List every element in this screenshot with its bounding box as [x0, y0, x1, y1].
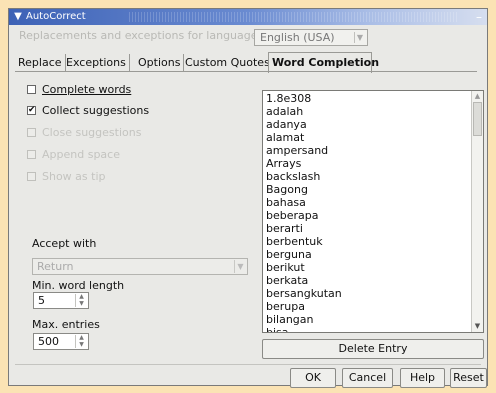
complete-words-label: Complete words	[42, 83, 132, 96]
accept-with-select[interactable]: Return ▼	[32, 258, 248, 275]
list-item[interactable]: bilangan	[266, 313, 314, 326]
tab-exceptions[interactable]: Exceptions	[63, 54, 130, 71]
list-item[interactable]: berguna	[266, 248, 312, 261]
scroll-up-icon[interactable]: ▲	[473, 92, 482, 101]
max-entries-label: Max. entries	[32, 318, 100, 331]
word-list[interactable]: 1.8e308 adalah adanya alamat ampersand Arrays…	[262, 90, 484, 333]
list-item[interactable]: bersangkutan	[266, 287, 342, 300]
list-item[interactable]: bisa	[266, 326, 289, 332]
autocorrect-dialog: ▼ AutoCorrect – Replacements and excepti…	[8, 8, 488, 388]
scroll-down-icon[interactable]: ▼	[473, 322, 482, 331]
chevron-down-icon: ▼	[354, 32, 365, 43]
chevron-down-icon: ▼	[234, 260, 246, 273]
list-item[interactable]: beberapa	[266, 209, 319, 222]
list-item[interactable]: bahasa	[266, 196, 306, 209]
spin-down-icon[interactable]: ▼	[76, 342, 87, 348]
checkbox-box[interactable]	[27, 172, 36, 181]
checkbox-box[interactable]	[27, 128, 36, 137]
language-value: English (USA)	[260, 31, 335, 44]
tab-word-completion[interactable]: Word Completion	[268, 52, 379, 73]
max-entries-stepper[interactable]: 500 ▲ ▼	[33, 333, 89, 350]
word-list-scrollbar[interactable]: ▲ ▼	[471, 91, 483, 332]
tab-replace[interactable]: Replace	[15, 54, 66, 71]
accept-with-label: Accept with	[32, 237, 97, 250]
ok-button[interactable]: OK	[290, 368, 336, 388]
collect-suggestions-label: Collect suggestions	[42, 104, 150, 117]
list-item[interactable]: berikut	[266, 261, 305, 274]
accept-with-value: Return	[37, 260, 74, 273]
list-item[interactable]: 1.8e308	[266, 92, 311, 105]
show-as-tip-label: Show as tip	[42, 170, 106, 183]
checkmark-icon[interactable]: ✔	[27, 106, 36, 115]
title-bar-stripes	[129, 12, 457, 22]
list-item[interactable]: berarti	[266, 222, 303, 235]
delete-entry-button[interactable]: Delete Entry	[262, 339, 484, 359]
list-item[interactable]: berkata	[266, 274, 308, 287]
spin-buttons[interactable]: ▲ ▼	[75, 294, 87, 307]
reset-button[interactable]: Reset	[450, 368, 487, 388]
append-space-label: Append space	[42, 148, 120, 161]
cancel-button[interactable]: Cancel	[342, 368, 393, 388]
close-suggestions-label: Close suggestions	[42, 126, 142, 139]
checkbox-box[interactable]	[27, 85, 36, 94]
list-item[interactable]: Bagong	[266, 183, 308, 196]
list-item[interactable]: alamat	[266, 131, 304, 144]
list-item[interactable]: backslash	[266, 170, 320, 183]
checkbox-box[interactable]	[27, 150, 36, 159]
scroll-thumb[interactable]	[473, 102, 482, 136]
min-word-length-stepper[interactable]: 5 ▲ ▼	[33, 292, 89, 309]
window-menu-icon[interactable]: ▼	[12, 11, 24, 22]
list-item[interactable]: berbentuk	[266, 235, 323, 248]
window-title: AutoCorrect	[26, 11, 86, 22]
button-divider	[15, 364, 481, 365]
minimize-button[interactable]: –	[476, 9, 482, 25]
language-label: Replacements and exceptions for language…	[19, 29, 262, 42]
list-item[interactable]: adanya	[266, 118, 307, 131]
min-word-length-value[interactable]: 5	[38, 294, 45, 307]
list-item[interactable]: ampersand	[266, 144, 328, 157]
list-item[interactable]: berupa	[266, 300, 305, 313]
help-button[interactable]: Help	[400, 368, 445, 388]
spin-buttons[interactable]: ▲ ▼	[75, 335, 87, 348]
title-bar: ▼ AutoCorrect –	[9, 9, 487, 25]
language-select: English (USA) ▼	[254, 29, 368, 46]
tab-custom-quotes[interactable]: Custom Quotes	[182, 54, 274, 71]
max-entries-value[interactable]: 500	[38, 335, 59, 348]
tab-options[interactable]: Options	[135, 54, 185, 71]
list-item[interactable]: Arrays	[266, 157, 301, 170]
spin-down-icon[interactable]: ▼	[76, 301, 87, 307]
list-item[interactable]: adalah	[266, 105, 303, 118]
min-word-length-label: Min. word length	[32, 279, 125, 292]
